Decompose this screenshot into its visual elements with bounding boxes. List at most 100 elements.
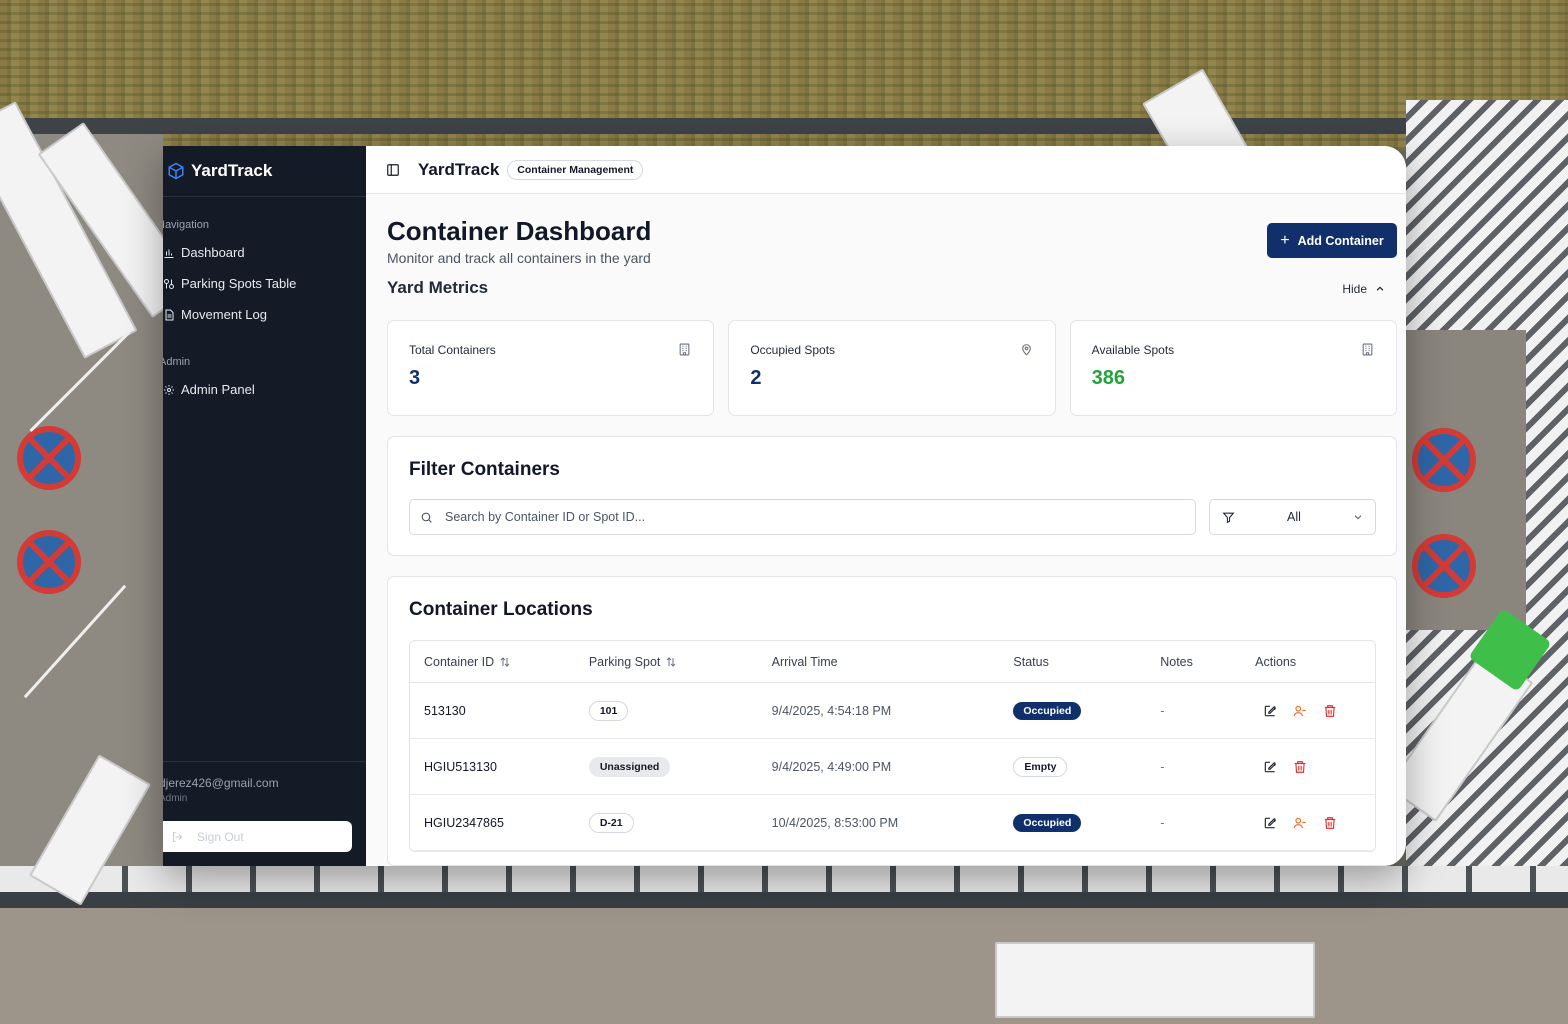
sidebar-brand[interactable]: YardTrack — [163, 146, 366, 197]
search-input[interactable] — [445, 510, 1165, 524]
metrics-grid: Total Containers 3 Occupied Spots 2 Avai… — [387, 320, 1397, 416]
sidebar-item-label: Dashboard — [181, 245, 245, 260]
status-badge: Occupied — [1013, 814, 1082, 832]
parking-spots-icon — [164, 278, 174, 289]
sidebar-item-dashboard[interactable]: Dashboard — [163, 237, 366, 268]
sort-icon — [500, 656, 510, 667]
building-icon — [1362, 343, 1373, 356]
trash-icon[interactable] — [1293, 760, 1307, 774]
page-subtitle: Monitor and track all containers in the … — [387, 250, 651, 266]
user-email: djerez426@gmail.com — [163, 776, 279, 790]
metrics-title: Yard Metrics — [387, 278, 489, 297]
edit-icon[interactable] — [1263, 760, 1277, 774]
topbar: YardTrack Container Management — [366, 146, 1406, 194]
chevron-down-icon — [1354, 515, 1362, 520]
container-id: HGIU2347865 — [424, 815, 504, 830]
log-out-icon — [173, 831, 183, 842]
column-header-container-id[interactable]: Container ID — [410, 655, 589, 669]
container-id: HGIU513130 — [424, 759, 497, 774]
status-filter-value: All — [1287, 510, 1301, 524]
parking-spot-badge: 101 — [588, 700, 629, 721]
document-icon — [165, 309, 174, 320]
sign-out-button[interactable]: Sign Out — [163, 821, 352, 852]
metric-available-spots: Available Spots 386 — [1069, 320, 1397, 416]
notes: - — [1160, 703, 1165, 718]
topbar-badge: Container Management — [507, 159, 644, 180]
container-logo-icon — [168, 162, 184, 180]
sidebar-item-label: Parking Spots Table — [181, 276, 297, 291]
filter-icon — [1222, 512, 1235, 523]
parking-spot-badge: Unassigned — [588, 756, 671, 777]
metric-label: Total Containers — [409, 343, 496, 357]
locations-title: Container Locations — [409, 599, 593, 620]
sidebar-item-label: Movement Log — [181, 307, 267, 322]
sidebar-item-movement-log[interactable]: Movement Log — [163, 299, 366, 330]
arrival-time: 9/4/2025, 4:54:18 PM — [771, 703, 892, 718]
notes: - — [1160, 815, 1165, 830]
sidebar-item-label: Admin Panel — [181, 382, 255, 397]
chevron-up-icon — [1376, 286, 1384, 291]
topbar-title: YardTrack — [418, 159, 500, 179]
map-pin-icon — [1021, 344, 1031, 356]
search-box[interactable] — [409, 499, 1196, 535]
filter-card: Filter Containers All — [387, 436, 1397, 556]
user-role: Admin — [163, 793, 188, 804]
app-window: YardTrack Navigation Dashboard Parking S… — [163, 146, 1406, 866]
metric-value: 386 — [1091, 367, 1126, 389]
column-label: Parking Spot — [588, 654, 661, 669]
plus-icon: + — [1280, 231, 1290, 249]
notes: - — [1160, 759, 1165, 774]
assign-user-icon[interactable] — [1293, 704, 1307, 718]
status-badge: Occupied — [1013, 702, 1082, 720]
trash-icon[interactable] — [1323, 816, 1337, 830]
sidebar-item-admin-panel[interactable]: Admin Panel — [163, 374, 366, 405]
edit-icon[interactable] — [1263, 816, 1277, 830]
sign-out-label: Sign Out — [197, 829, 244, 844]
column-header-parking-spot[interactable]: Parking Spot — [589, 655, 772, 669]
column-label: Container ID — [424, 654, 495, 669]
metric-occupied-spots: Occupied Spots 2 — [728, 320, 1056, 416]
metric-total-containers: Total Containers 3 — [387, 320, 715, 416]
bar-chart-icon — [164, 249, 174, 258]
status-filter-select[interactable]: All — [1209, 499, 1376, 535]
gear-icon — [164, 384, 174, 395]
row-actions — [1255, 760, 1375, 774]
arrival-time: 9/4/2025, 4:49:00 PM — [771, 759, 892, 774]
locations-card: Container Locations Container ID Parking… — [387, 576, 1397, 866]
status-badge: Empty — [1013, 756, 1068, 777]
hide-label: Hide — [1342, 282, 1367, 296]
nav-group-label: Navigation — [163, 219, 209, 231]
metric-value: 3 — [409, 367, 421, 389]
add-container-button[interactable]: + Add Container — [1267, 223, 1397, 258]
row-actions — [1255, 704, 1375, 718]
page-header: Container Dashboard Monitor and track al… — [387, 194, 1397, 266]
trash-icon[interactable] — [1323, 704, 1337, 718]
sidebar: YardTrack Navigation Dashboard Parking S… — [163, 146, 366, 866]
metric-label: Available Spots — [1091, 343, 1175, 357]
admin-group-label: Admin — [163, 356, 191, 368]
search-icon — [421, 512, 432, 523]
metric-label: Occupied Spots — [750, 343, 836, 357]
assign-user-icon[interactable] — [1293, 816, 1307, 830]
add-container-label: Add Container — [1297, 233, 1384, 248]
parking-spot-badge: D-21 — [588, 812, 634, 833]
column-header-notes: Notes — [1160, 654, 1193, 669]
brand-name: YardTrack — [191, 161, 273, 180]
column-header-arrival-time: Arrival Time — [771, 654, 838, 669]
page-title: Container Dashboard — [387, 216, 652, 246]
edit-icon[interactable] — [1263, 704, 1277, 718]
metric-value: 2 — [750, 367, 762, 389]
metrics-header: Yard Metrics Hide — [387, 274, 1397, 314]
sidebar-toggle-icon[interactable] — [386, 163, 400, 177]
main-content: YardTrack Container Management Container… — [366, 146, 1406, 866]
containers-table: Container ID Parking Spot Arrival Time S… — [409, 640, 1376, 852]
column-header-actions: Actions — [1255, 654, 1297, 669]
table-row: HGIU513130 Unassigned 9/4/2025, 4:49:00 … — [410, 739, 1375, 795]
container-id: 513130 — [424, 703, 466, 718]
table-header: Container ID Parking Spot Arrival Time S… — [410, 641, 1375, 683]
hide-metrics-button[interactable]: Hide — [1342, 282, 1385, 296]
user-panel: djerez426@gmail.com Admin Sign Out — [163, 761, 366, 866]
column-header-status: Status — [1013, 654, 1049, 669]
table-row: 513130 101 9/4/2025, 4:54:18 PM Occupied… — [410, 683, 1375, 739]
sidebar-item-parking-spots[interactable]: Parking Spots Table — [163, 268, 366, 299]
